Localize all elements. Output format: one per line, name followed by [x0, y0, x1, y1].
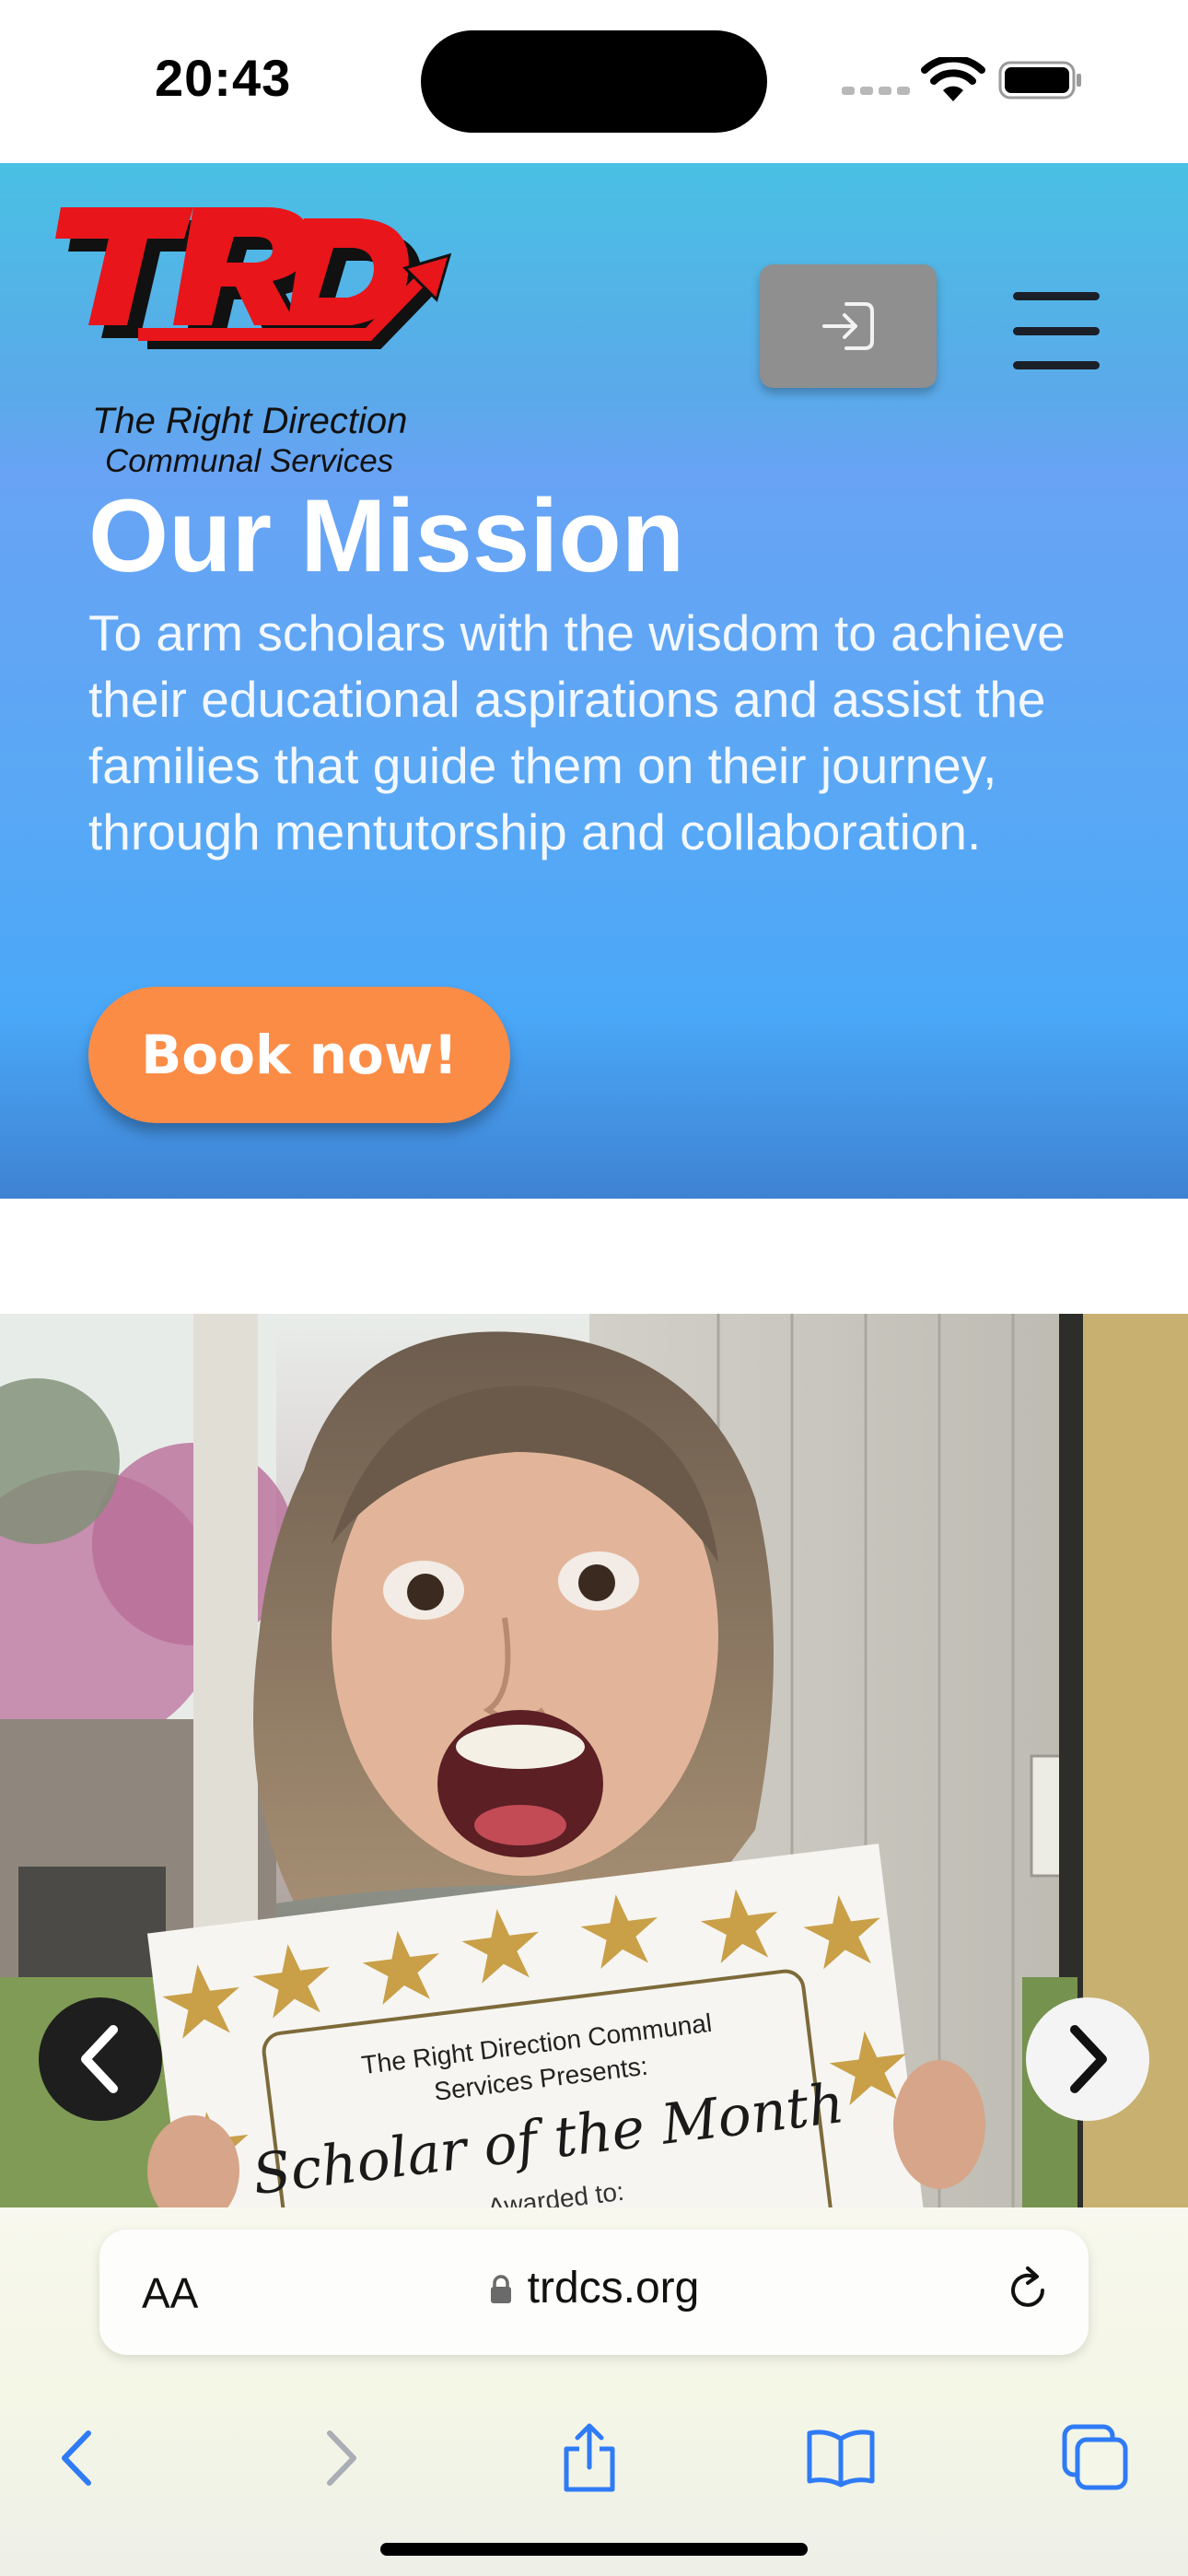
forward-button[interactable] [293, 2412, 385, 2504]
url-display[interactable]: trdcs.org [99, 2263, 1089, 2313]
chevron-right-icon [1070, 2025, 1107, 2093]
login-icon [822, 302, 874, 350]
tabs-icon [1062, 2424, 1128, 2490]
browser-chrome: AA trdcs.org [0, 2207, 1188, 2576]
carousel-photo: The Right Direction Communal Services Pr… [0, 1314, 1188, 2207]
status-bar: 20:43 [0, 0, 1188, 163]
lock-icon [490, 2275, 511, 2303]
hero-section: The Right Direction Communal Services Ou… [0, 163, 1188, 1199]
logo-tagline-1: The Right Direction [92, 401, 408, 441]
back-icon [62, 2430, 91, 2486]
image-carousel[interactable]: The Right Direction Communal Services Pr… [0, 1314, 1188, 2207]
back-button[interactable] [33, 2412, 125, 2504]
bookmarks-icon [807, 2430, 875, 2488]
home-indicator [380, 2543, 808, 2556]
tabs-button[interactable] [1050, 2412, 1142, 2504]
reload-icon[interactable] [1000, 2263, 1055, 2318]
share-icon [564, 2423, 615, 2492]
cellular-signal-icon [842, 87, 910, 95]
page-title: Our Mission [88, 478, 685, 593]
share-button[interactable] [543, 2412, 635, 2504]
hamburger-menu-icon[interactable] [1013, 292, 1100, 369]
status-time: 20:43 [155, 49, 292, 107]
wifi-icon [921, 57, 985, 101]
trd-logo[interactable]: The Right Direction Communal Services [55, 196, 460, 479]
battery-icon [998, 61, 1081, 100]
trd-logo-mark [55, 207, 452, 349]
bookmarks-button[interactable] [795, 2412, 887, 2504]
mission-statement: To arm scholars with the wisdom to achie… [88, 604, 1066, 861]
login-button[interactable] [760, 264, 937, 388]
logo-tagline-2: Communal Services [105, 443, 394, 479]
url-text: trdcs.org [527, 2264, 700, 2313]
book-now-button[interactable]: Book now! [88, 987, 510, 1123]
forward-icon [327, 2430, 356, 2486]
chevron-left-icon [81, 2025, 118, 2093]
browser-toolbar [0, 2412, 1188, 2504]
carousel-prev-button[interactable] [39, 1997, 162, 2121]
carousel-next-button[interactable] [1026, 1997, 1149, 2121]
address-bar[interactable]: AA trdcs.org [99, 2230, 1089, 2355]
dynamic-island [421, 30, 767, 133]
